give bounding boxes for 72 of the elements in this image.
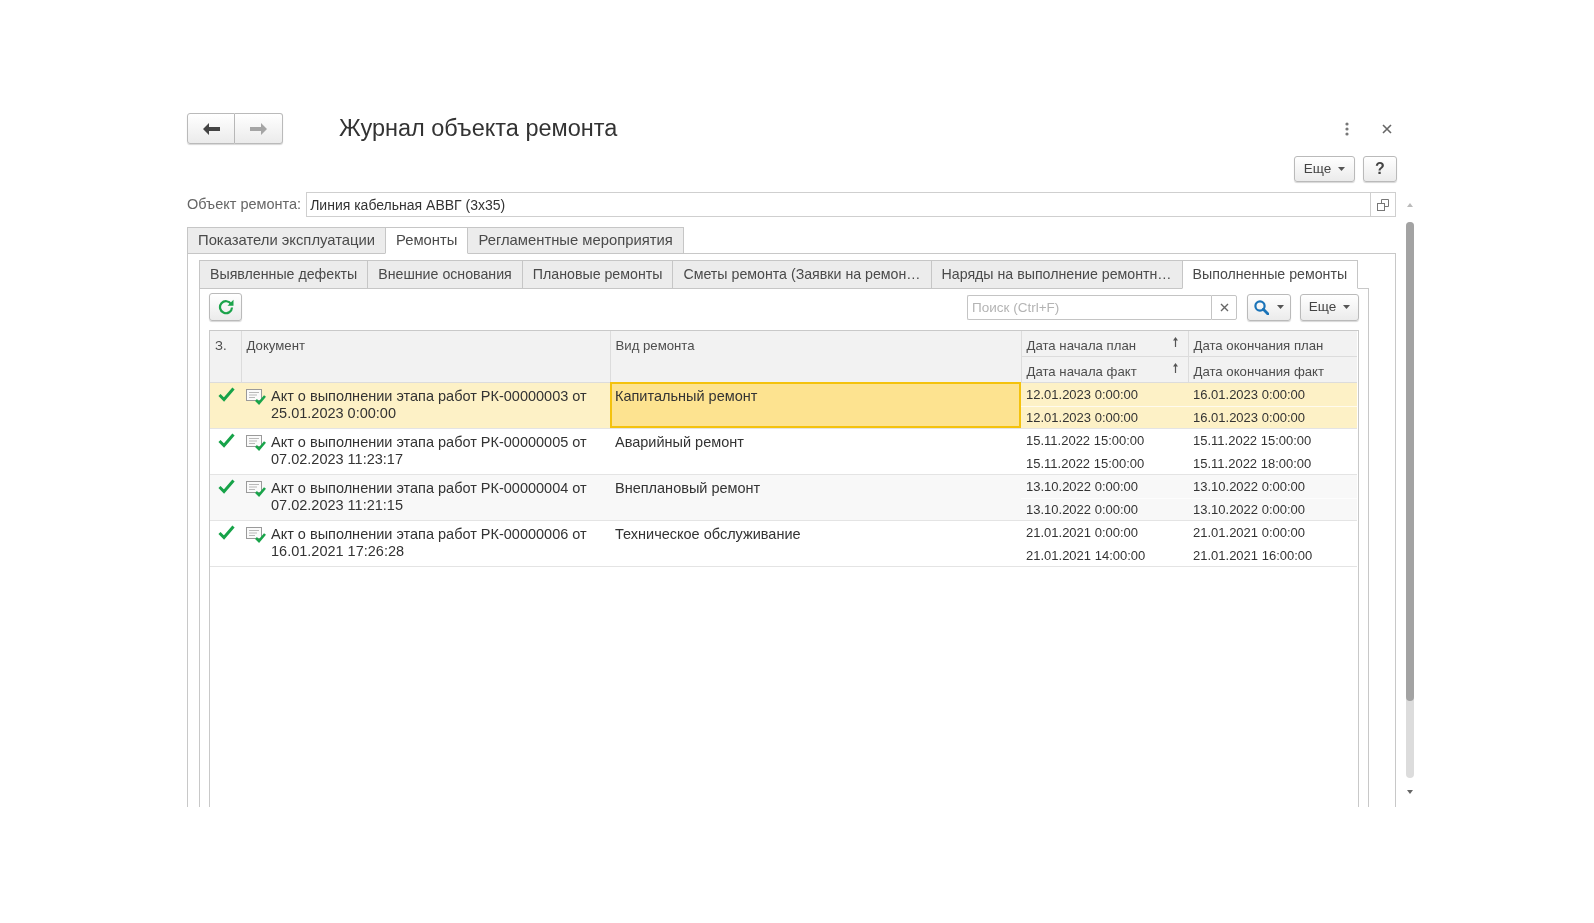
column-header[interactable]: Дата окончания план — [1188, 331, 1357, 357]
clear-button[interactable] — [1211, 294, 1237, 320]
table-cell: Аварийный ремонт — [610, 428, 1021, 475]
table-row[interactable]: Акт о выполнении этапа работ РК-00000005 от 07.02.2023 11:23:17 Аварийный ремонт 15.11.2022 15:00:00 15.11.2022 15:00:00 15.11.2022 15:00:00 15.11.2022 18:00:00 — [210, 428, 1357, 475]
caret-icon — [1343, 305, 1351, 309]
table-cell: Техническое обслуживание — [610, 520, 1021, 567]
more-button[interactable]: Еще — [1294, 156, 1355, 182]
tab[interactable]: Плановые ремонты — [521, 260, 674, 289]
table-cell: 13.10.2022 0:00:00 — [1188, 497, 1357, 520]
tab[interactable]: Сметы ремонта (Заявки на ремон… — [672, 260, 932, 289]
table-cell-text: 21.01.2021 0:00:00 — [1192, 523, 1307, 542]
table-cell: 15.11.2022 15:00:00 — [1021, 451, 1188, 474]
right-arrow-icon — [250, 122, 267, 135]
tab[interactable]: Выполненные ремонты — [1181, 260, 1359, 289]
left-arrow-icon — [202, 122, 220, 135]
tab[interactable]: Регламентные мероприятия — [467, 227, 684, 254]
caret-icon — [1338, 167, 1346, 171]
tab[interactable]: Показатели эксплуатации — [187, 227, 386, 254]
field-label: Объект ремонта: — [187, 194, 302, 214]
open-button[interactable] — [1370, 192, 1396, 217]
table-cell-text: 12.01.2023 0:00:00 — [1025, 385, 1140, 404]
table-cell-text: 21.01.2021 0:00:00 — [1025, 523, 1140, 542]
tab[interactable]: Наряды на выполнение ремонтн… — [930, 260, 1183, 289]
document-name: Акт о выполнении этапа работ РК-00000005 от 07.02.2023 11:23:17 — [271, 433, 588, 468]
table-row[interactable]: Акт о выполнении этапа работ РК-00000003 от 25.01.2023 0:00:00 Капитальный ремонт 12.01.2023 0:00:00 12.01.2023 0:00:00 16.01.2023 0:00:00 16.01.2023 0:00:00 — [210, 382, 1357, 429]
up-arrow-icon — [1172, 362, 1178, 373]
table-cell: 21.01.2021 16:00:00 — [1188, 543, 1357, 566]
table-cell: Капитальный ремонт — [610, 382, 1021, 429]
close-icon — [1219, 302, 1229, 312]
back-button[interactable] — [187, 113, 235, 144]
table-cell: 15.11.2022 18:00:00 — [1188, 451, 1357, 474]
column-header[interactable]: Дата окончания факт — [1188, 356, 1357, 383]
document-check-icon — [246, 387, 266, 405]
kebab-menu-icon[interactable] — [1345, 121, 1349, 136]
table-row[interactable]: Акт о выполнении этапа работ РК-00000006 от 16.01.2021 17:26:28 Техническое обслуживание 21.01.2021 0:00:00 21.01.2021 14:00:00 21.01.2021 0:00:00 21.01.2021 16:00:00 — [210, 520, 1357, 567]
table-cell-text: 16.01.2023 0:00:00 — [1192, 385, 1307, 404]
table-cell-text: 13.10.2022 0:00:00 — [1192, 477, 1307, 496]
refresh-icon — [217, 299, 234, 315]
table-cell-text: 13.10.2022 0:00:00 — [1025, 477, 1140, 496]
document-check-icon — [246, 433, 266, 451]
help-button[interactable]: ? — [1363, 156, 1397, 182]
overlapping-squares-icon — [1377, 198, 1389, 211]
column-header[interactable]: Дата начала факт — [1021, 356, 1188, 383]
up-arrow-icon — [1172, 337, 1178, 347]
document-check-icon — [246, 525, 266, 543]
table-cell: 16.01.2023 0:00:00 — [1188, 405, 1357, 428]
window-title: Журнал объекта ремонта — [339, 113, 618, 143]
tab[interactable]: Внешние основания — [367, 260, 523, 289]
document-name: Акт о выполнении этапа работ РК-00000006 от 16.01.2021 17:26:28 — [271, 525, 588, 560]
column-header[interactable]: Вид ремонта — [610, 331, 1021, 383]
table-cell: Внеплановый ремонт — [610, 474, 1021, 521]
table-row[interactable]: Акт о выполнении этапа работ РК-00000004 от 07.02.2023 11:21:15 Внеплановый ремонт 13.10.2022 0:00:00 13.10.2022 0:00:00 13.10.2022 0:00:00 13.10.2022 0:00:00 — [210, 474, 1357, 521]
column-header[interactable]: Документ — [241, 331, 610, 383]
table-cell: 21.01.2021 14:00:00 — [1021, 543, 1188, 566]
object-field[interactable]: Линия кабельная АВВГ (3x35) — [306, 192, 1370, 217]
scroll-down-icon[interactable] — [1407, 790, 1413, 794]
document-check-icon — [246, 479, 266, 497]
table-cell-text: 15.11.2022 15:00:00 — [1025, 431, 1146, 450]
column-header[interactable]: Дата начала план — [1021, 331, 1188, 357]
more-button[interactable]: Еще — [1300, 293, 1359, 321]
close-icon[interactable] — [1382, 123, 1392, 134]
search-button[interactable] — [1247, 293, 1291, 321]
search-field[interactable]: Поиск (Ctrl+F) — [967, 294, 1211, 320]
tab[interactable]: Ремонты — [385, 227, 469, 254]
document-name: Акт о выполнении этапа работ РК-00000004 от 07.02.2023 11:21:15 — [271, 479, 588, 514]
column-header[interactable]: З. — [210, 331, 241, 383]
caret-icon — [1277, 305, 1284, 309]
tab[interactable]: Выявленные дефекты — [199, 260, 369, 289]
document-name: Акт о выполнении этапа работ РК-00000003 от 25.01.2023 0:00:00 — [271, 387, 588, 422]
table-cell-text: 15.11.2022 15:00:00 — [1192, 431, 1313, 450]
refresh-button[interactable] — [209, 293, 242, 321]
search-icon — [1254, 299, 1269, 315]
